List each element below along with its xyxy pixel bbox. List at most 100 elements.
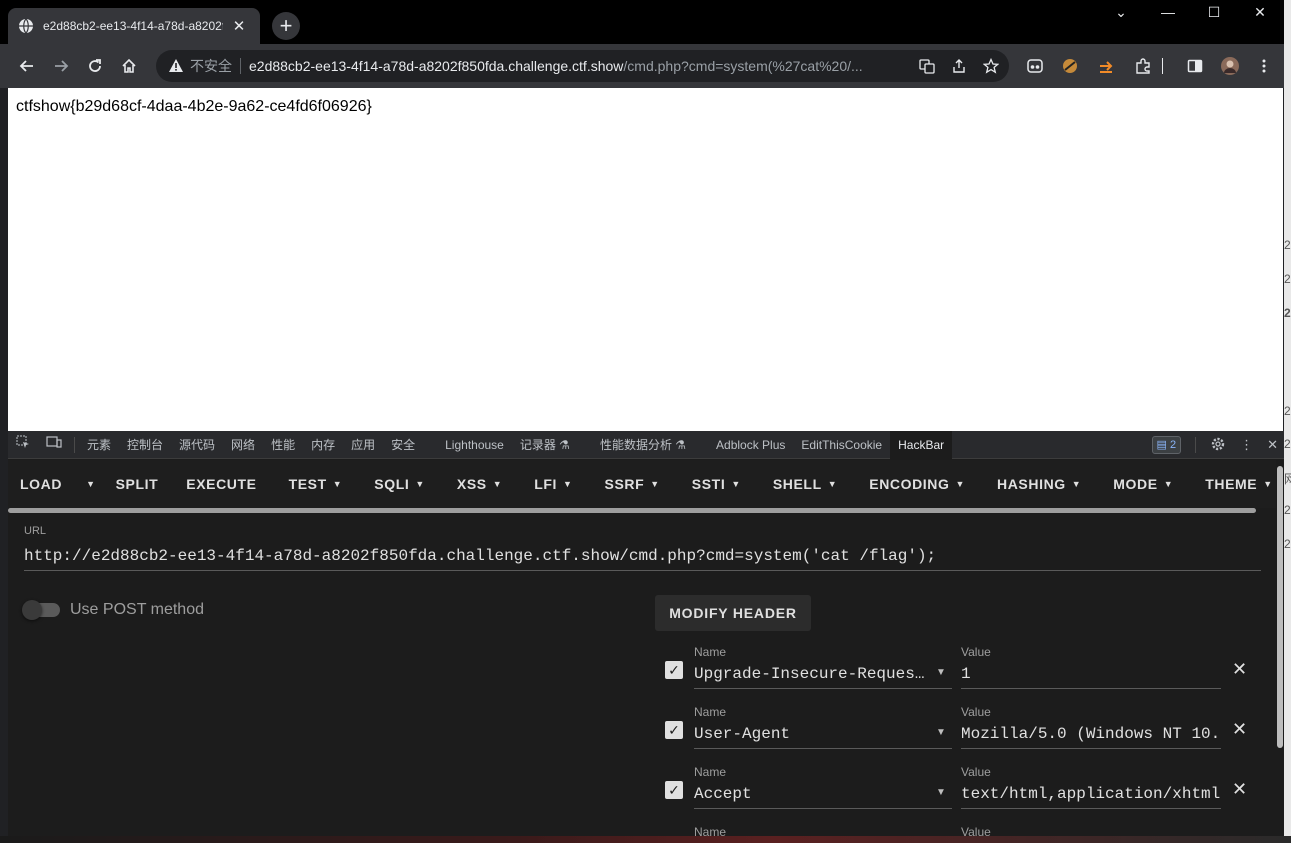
xss-menu[interactable]: XSS ▼ [441, 460, 518, 508]
home-button[interactable] [115, 52, 143, 80]
chrome-menu-icon[interactable] [1250, 52, 1278, 80]
tab-performance-insights[interactable]: 性能数据分析 ⚗ [578, 431, 694, 459]
chevron-down-icon: ▼ [731, 479, 741, 489]
tab-adblock-plus[interactable]: Adblock Plus [694, 431, 793, 459]
home-icon [122, 58, 136, 73]
translate-icon[interactable] [917, 56, 937, 76]
post-method-toggle[interactable] [22, 600, 60, 620]
tab-console[interactable]: 控制台 [119, 431, 171, 459]
header-enabled-checkbox[interactable]: ✓ [665, 721, 683, 739]
header-value-input[interactable]: text/html,application/xhtml+xml [961, 785, 1221, 809]
maximize-button[interactable]: ☐ [1199, 4, 1229, 21]
horizontal-scrollbar[interactable] [8, 508, 1256, 513]
security-label: 不安全 [190, 58, 232, 74]
chevron-down-icon: ▼ [332, 479, 343, 489]
vertical-scrollbar[interactable] [1276, 460, 1284, 836]
tab-elements[interactable]: 元素 [79, 431, 119, 459]
issues-badge[interactable]: ▤ 2 [1151, 436, 1182, 454]
chevron-down-icon: ▼ [1163, 479, 1174, 489]
theme-menu[interactable]: THEME ▼ [1189, 460, 1276, 508]
header-value-label: Value [961, 825, 991, 836]
forward-button[interactable] [47, 52, 75, 80]
mode-menu[interactable]: MODE ▼ [1097, 460, 1189, 508]
tab-editthiscookie[interactable]: EditThisCookie [793, 431, 890, 459]
profile-avatar[interactable] [1216, 52, 1244, 80]
omnibox-actions [917, 56, 1001, 76]
back-arrow-icon [19, 60, 33, 72]
modify-header-button[interactable]: MODIFY HEADER [655, 595, 811, 631]
devtools-close-icon[interactable]: ✕ [1267, 437, 1278, 453]
reload-button[interactable] [81, 52, 109, 80]
tab-application[interactable]: 应用 [343, 431, 383, 459]
load-dropdown-button[interactable]: ▼ [74, 460, 104, 508]
settings-gear-icon[interactable] [1210, 436, 1226, 455]
address-bar[interactable]: 不安全 e2d88cb2-ee13-4f14-a78d-a8202f850fda… [156, 50, 1009, 82]
back-button[interactable] [13, 52, 41, 80]
header-row: ✓ Name Accept ▼ Value text/html,applicat… [665, 765, 1265, 825]
header-row: Name Value [665, 825, 1265, 836]
header-enabled-checkbox[interactable]: ✓ [665, 781, 683, 799]
split-button[interactable]: SPLIT [104, 460, 171, 508]
inspect-element-icon[interactable] [8, 431, 38, 459]
side-panel-icon[interactable] [1181, 52, 1209, 80]
sqli-menu[interactable]: SQLI ▼ [358, 460, 441, 508]
tab-hackbar[interactable]: HackBar [890, 430, 953, 459]
minimize-button[interactable]: — [1153, 4, 1183, 20]
ssti-menu[interactable]: SSTI ▼ [676, 460, 757, 508]
header-row: ✓ Name Upgrade-Insecure-Requests ▼ Value… [665, 645, 1265, 705]
strip-text: 网 [1284, 472, 1291, 486]
header-name-input[interactable]: Upgrade-Insecure-Requests [694, 665, 952, 689]
scrollbar-thumb[interactable] [1277, 466, 1283, 748]
tab-memory[interactable]: 内存 [303, 431, 343, 459]
load-button[interactable]: LOAD [8, 460, 74, 508]
globe-icon [19, 18, 33, 34]
chevron-down-icon: ▼ [1071, 479, 1082, 489]
shell-menu[interactable]: SHELL ▼ [757, 460, 853, 508]
tab-recorder[interactable]: 记录器 ⚗ [512, 431, 578, 459]
tab-lighthouse[interactable]: Lighthouse [423, 431, 512, 459]
extension-goggles-icon[interactable] [1021, 52, 1049, 80]
browser-toolbar: 不安全 e2d88cb2-ee13-4f14-a78d-a8202f850fda… [0, 44, 1284, 88]
header-name-input[interactable]: User-Agent [694, 725, 952, 749]
remove-header-icon[interactable]: ✕ [1232, 779, 1247, 800]
ssrf-menu[interactable]: SSRF ▼ [589, 460, 676, 508]
extension-arrow-icon[interactable] [1092, 52, 1120, 80]
header-value-input[interactable]: 1 [961, 665, 1221, 689]
remove-header-icon[interactable]: ✕ [1232, 719, 1247, 740]
extensions-puzzle-icon[interactable] [1129, 52, 1157, 80]
background-window-strip: 23 23 2 22 2 网 2 2 [1284, 0, 1291, 843]
url-input[interactable]: http://e2d88cb2-ee13-4f14-a78d-a8202f850… [24, 547, 1261, 571]
encoding-menu[interactable]: ENCODING ▼ [853, 460, 981, 508]
devtools-more-icon[interactable]: ⋮ [1240, 437, 1253, 453]
browser-tab[interactable]: e2d88cb2-ee13-4f14-a78d-a8202f850fda ✕ [8, 8, 260, 44]
hashing-menu[interactable]: HASHING ▼ [981, 460, 1097, 508]
test-menu[interactable]: TEST ▼ [273, 460, 359, 508]
tab-close-icon[interactable]: ✕ [231, 17, 247, 35]
chevron-down-icon[interactable]: ▼ [936, 787, 946, 798]
tab-performance[interactable]: 性能 [263, 431, 303, 459]
close-window-button[interactable]: ✕ [1245, 4, 1275, 21]
chevron-down-icon: ▼ [1263, 479, 1273, 489]
device-toolbar-icon[interactable] [38, 431, 70, 459]
chevron-down-icon[interactable]: ▼ [936, 727, 946, 738]
execute-button[interactable]: EXECUTE [170, 460, 272, 508]
header-enabled-checkbox[interactable]: ✓ [665, 661, 683, 679]
header-name-input[interactable]: Accept [694, 785, 952, 809]
share-icon[interactable] [949, 56, 969, 76]
remove-header-icon[interactable]: ✕ [1232, 659, 1247, 680]
toggle-knob [22, 600, 42, 620]
tab-security[interactable]: 安全 [383, 431, 423, 459]
chevron-down-icon: ▼ [650, 479, 660, 489]
extension-cookie-icon[interactable] [1056, 52, 1084, 80]
header-value-input[interactable]: Mozilla/5.0 (Windows NT 10.0; Win64; x64… [961, 725, 1221, 749]
desktop-background-strip [0, 836, 1291, 843]
chevron-down-icon[interactable]: ▼ [936, 667, 946, 678]
tab-sources[interactable]: 源代码 [171, 431, 223, 459]
lfi-menu[interactable]: LFI ▼ [518, 460, 588, 508]
tab-network[interactable]: 网络 [223, 431, 263, 459]
devtools-actions: ▤ 2 ⋮ ✕ [1151, 431, 1278, 459]
tab-search-icon[interactable]: ⌄ [1106, 4, 1136, 21]
bookmark-star-icon[interactable] [981, 56, 1001, 76]
header-name-label: Name [694, 645, 727, 659]
new-tab-button[interactable]: + [272, 12, 300, 40]
